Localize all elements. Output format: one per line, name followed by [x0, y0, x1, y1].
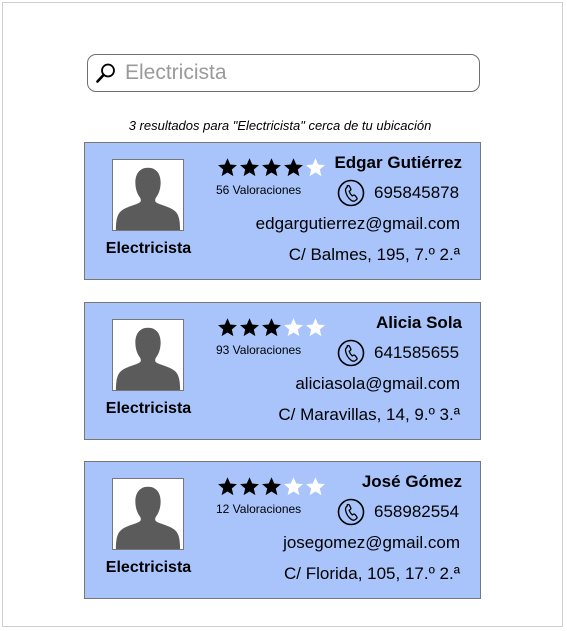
phone-icon[interactable] — [337, 179, 365, 207]
results-summary: 3 resultados para "Electricista" cerca d… — [128, 118, 432, 133]
star-filled-icon — [218, 318, 237, 337]
street-address: C/ Maravillas, 14, 9.º 3.ª — [278, 405, 460, 424]
star-filled-icon — [240, 318, 259, 337]
contractor-name[interactable]: Alicia Sola — [376, 313, 462, 333]
search-input[interactable] — [125, 59, 465, 87]
star-filled-icon — [218, 477, 237, 496]
avatar — [112, 478, 184, 550]
ratings-count: 12 Valoraciones — [216, 502, 302, 516]
result-card[interactable]: Electricista 93 Valoraciones Alicia Sola… — [84, 302, 481, 440]
ratings-count: 93 Valoraciones — [216, 343, 302, 357]
contractor-name[interactable]: Edgar Gutiérrez — [334, 153, 462, 173]
star-filled-icon — [262, 158, 281, 177]
role-label: Electricista — [105, 559, 192, 576]
phone-number[interactable]: 695845878 — [374, 183, 459, 203]
star-empty-icon — [306, 318, 325, 337]
star-empty-icon — [284, 318, 303, 337]
star-filled-icon — [262, 318, 281, 337]
avatar — [112, 319, 184, 391]
phone-icon[interactable] — [337, 339, 365, 367]
star-empty-icon — [306, 477, 325, 496]
star-empty-icon — [284, 477, 303, 496]
star-filled-icon — [240, 477, 259, 496]
result-card[interactable]: Electricista 12 Valoraciones José Gómez … — [84, 461, 481, 599]
star-rating — [217, 317, 327, 338]
email-address[interactable]: josegomez@gmail.com — [283, 533, 460, 553]
email-address[interactable]: aliciasola@gmail.com — [295, 374, 460, 394]
star-filled-icon — [218, 158, 237, 177]
person-silhouette-icon — [115, 327, 181, 390]
email-address[interactable]: edgargutierrez@gmail.com — [256, 214, 460, 234]
person-silhouette-icon — [115, 167, 181, 230]
star-filled-icon — [240, 158, 259, 177]
phone-number[interactable]: 658982554 — [374, 502, 459, 522]
magnifier-icon[interactable] — [95, 62, 117, 84]
star-filled-icon — [262, 477, 281, 496]
street-address: C/ Florida, 105, 17.º 2.ª — [284, 564, 460, 583]
ratings-count: 56 Valoraciones — [216, 183, 302, 197]
contractor-name[interactable]: José Gómez — [362, 472, 462, 492]
result-card[interactable]: Electricista 56 Valoraciones Edgar Gutié… — [84, 142, 481, 280]
star-filled-icon — [284, 158, 303, 177]
role-label: Electricista — [105, 240, 192, 257]
phone-icon[interactable] — [337, 498, 365, 526]
phone-number[interactable]: 641585655 — [374, 343, 459, 363]
street-address: C/ Balmes, 195, 7.º 2.ª — [288, 245, 460, 264]
avatar — [112, 159, 184, 231]
star-empty-icon — [306, 158, 325, 177]
search-bar[interactable] — [87, 54, 480, 92]
role-label: Electricista — [105, 400, 192, 417]
star-rating — [217, 157, 327, 178]
star-rating — [217, 476, 327, 497]
person-silhouette-icon — [115, 486, 181, 549]
